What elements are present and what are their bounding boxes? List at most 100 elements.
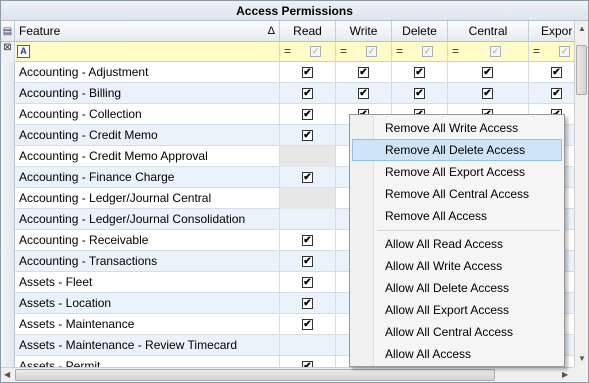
read-cell[interactable]: ✔	[280, 356, 336, 367]
row-selector[interactable]	[1, 209, 15, 230]
vertical-scrollbar[interactable]: ▲ ▼	[574, 21, 588, 367]
filter-central-checkbox[interactable]: ✓	[490, 46, 501, 57]
read-checkbox[interactable]: ✔	[302, 319, 313, 330]
row-selector[interactable]	[1, 335, 15, 356]
menu-item-allow-all-write-access[interactable]: Allow All Write Access	[352, 255, 562, 277]
read-checkbox[interactable]: ✔	[302, 130, 313, 141]
row-selector[interactable]	[1, 62, 15, 83]
row-selector[interactable]	[1, 272, 15, 293]
filter-feature[interactable]: A	[15, 42, 280, 62]
column-header-export[interactable]: Expor	[529, 21, 574, 42]
export-cell[interactable]: ✔	[529, 83, 574, 104]
filter-central[interactable]: = ✓	[448, 42, 529, 62]
delete-cell[interactable]: ✔	[392, 83, 448, 104]
row-selector[interactable]	[1, 230, 15, 251]
scroll-right-icon[interactable]: ▶	[562, 370, 568, 379]
central-checkbox[interactable]: ✔	[482, 88, 493, 99]
menu-item-remove-all-write-access[interactable]: Remove All Write Access	[352, 117, 562, 139]
read-cell[interactable]: ✔	[280, 314, 336, 335]
row-selector[interactable]	[1, 356, 15, 367]
row-selector[interactable]	[1, 293, 15, 314]
read-cell[interactable]	[280, 335, 336, 356]
central-cell[interactable]: ✔	[448, 83, 529, 104]
delete-cell[interactable]: ✔	[392, 62, 448, 83]
read-checkbox[interactable]: ✔	[302, 298, 313, 309]
write-cell[interactable]: ✔	[336, 62, 392, 83]
read-cell[interactable]: ✔	[280, 230, 336, 251]
central-checkbox[interactable]: ✔	[482, 67, 493, 78]
column-header-feature[interactable]: Feature Δ	[15, 21, 280, 42]
table-row[interactable]: Accounting - Billing ✔ ✔ ✔ ✔ ✔	[1, 83, 574, 104]
filter-export-checkbox[interactable]: ✓	[559, 46, 570, 57]
filter-write[interactable]: = ✓	[336, 42, 392, 62]
read-cell[interactable]	[280, 209, 336, 230]
read-cell[interactable]: ✔	[280, 272, 336, 293]
filter-read-checkbox[interactable]: ✓	[310, 46, 321, 57]
read-checkbox[interactable]: ✔	[302, 277, 313, 288]
filter-clear-icon[interactable]: ⊠	[1, 42, 15, 62]
read-cell[interactable]: ✔	[280, 167, 336, 188]
row-selector[interactable]	[1, 167, 15, 188]
filter-read[interactable]: = ✓	[280, 42, 336, 62]
feature-cell: Accounting - Transactions	[15, 251, 280, 272]
write-cell[interactable]: ✔	[336, 83, 392, 104]
read-checkbox[interactable]: ✔	[302, 235, 313, 246]
read-checkbox[interactable]: ✔	[302, 256, 313, 267]
delete-checkbox[interactable]: ✔	[414, 67, 425, 78]
read-checkbox[interactable]: ✔	[302, 172, 313, 183]
scroll-down-icon[interactable]: ▼	[578, 354, 586, 363]
column-header-read[interactable]: Read	[280, 21, 336, 42]
read-cell[interactable]: ✔	[280, 83, 336, 104]
menu-item-remove-all-export-access[interactable]: Remove All Export Access	[352, 161, 562, 183]
read-checkbox[interactable]: ✔	[302, 109, 313, 120]
scroll-up-icon[interactable]: ▲	[578, 24, 586, 33]
export-checkbox[interactable]: ✔	[551, 67, 562, 78]
filter-delete[interactable]: = ✓	[392, 42, 448, 62]
filter-operator-icon[interactable]: A	[17, 45, 30, 58]
column-header-central-access[interactable]: Central Access	[448, 21, 529, 59]
table-row[interactable]: Accounting - Adjustment ✔ ✔ ✔ ✔ ✔	[1, 62, 574, 83]
feature-cell: Assets - Fleet	[15, 272, 280, 293]
row-selector[interactable]	[1, 146, 15, 167]
read-cell[interactable]: ✔	[280, 104, 336, 125]
row-selector[interactable]	[1, 104, 15, 125]
read-cell[interactable]: ✔	[280, 125, 336, 146]
horizontal-scroll-thumb[interactable]	[15, 369, 495, 381]
menu-item-allow-all-access[interactable]: Allow All Access	[352, 343, 562, 365]
menu-item-remove-all-central-access[interactable]: Remove All Central Access	[352, 183, 562, 205]
row-selector[interactable]	[1, 251, 15, 272]
read-cell[interactable]: ✔	[280, 62, 336, 83]
read-cell[interactable]	[280, 146, 336, 167]
row-selector[interactable]	[1, 188, 15, 209]
menu-item-allow-all-export-access[interactable]: Allow All Export Access	[352, 299, 562, 321]
vertical-scroll-thumb[interactable]	[576, 45, 587, 95]
write-checkbox[interactable]: ✔	[358, 67, 369, 78]
write-checkbox[interactable]: ✔	[358, 88, 369, 99]
read-checkbox[interactable]: ✔	[302, 88, 313, 99]
menu-item-allow-all-read-access[interactable]: Allow All Read Access	[352, 233, 562, 255]
export-cell[interactable]: ✔	[529, 62, 574, 83]
row-selector[interactable]	[1, 83, 15, 104]
delete-checkbox[interactable]: ✔	[414, 88, 425, 99]
read-checkbox[interactable]: ✔	[302, 67, 313, 78]
menu-item-remove-all-delete-access[interactable]: Remove All Delete Access	[352, 139, 562, 161]
feature-cell: Assets - Location	[15, 293, 280, 314]
read-cell[interactable]: ✔	[280, 251, 336, 272]
read-cell[interactable]	[280, 188, 336, 209]
central-cell[interactable]: ✔	[448, 62, 529, 83]
row-selector[interactable]	[1, 125, 15, 146]
column-header-delete[interactable]: Delete	[392, 21, 448, 42]
filter-export[interactable]: = ✓	[529, 42, 574, 62]
menu-item-remove-all-access[interactable]: Remove All Access	[352, 205, 562, 227]
column-header-write[interactable]: Write	[336, 21, 392, 42]
export-checkbox[interactable]: ✔	[551, 88, 562, 99]
menu-item-allow-all-central-access[interactable]: Allow All Central Access	[352, 321, 562, 343]
column-chooser-icon[interactable]: ▤	[1, 21, 15, 42]
scroll-left-icon[interactable]: ◀	[4, 370, 10, 379]
filter-write-checkbox[interactable]: ✓	[366, 46, 377, 57]
horizontal-scrollbar[interactable]: ◀ ▶	[1, 367, 574, 382]
menu-item-allow-all-delete-access[interactable]: Allow All Delete Access	[352, 277, 562, 299]
row-selector[interactable]	[1, 314, 15, 335]
filter-delete-checkbox[interactable]: ✓	[422, 46, 433, 57]
read-cell[interactable]: ✔	[280, 293, 336, 314]
